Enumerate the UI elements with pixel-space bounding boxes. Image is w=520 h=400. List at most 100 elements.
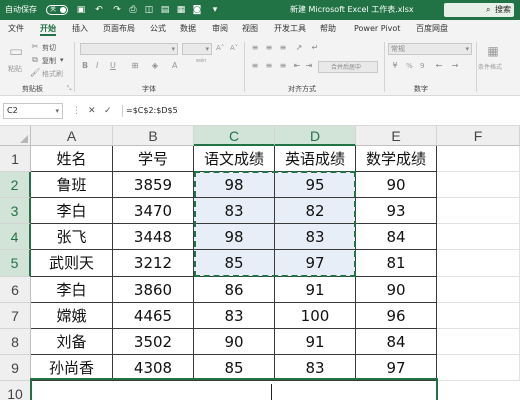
row-header-3[interactable]: 3	[0, 198, 31, 224]
data-cell[interactable]: 84	[356, 329, 437, 355]
redo-icon[interactable]: ↷	[112, 5, 122, 15]
search-box[interactable]: ⌕ 搜索	[444, 3, 514, 17]
copy-button[interactable]: 复制	[42, 56, 56, 66]
empty-cell[interactable]	[437, 277, 520, 303]
image-icon[interactable]: ▤	[160, 5, 170, 15]
row-header-9[interactable]: 9	[0, 355, 31, 381]
data-cell[interactable]: 91	[275, 277, 356, 303]
data-cell[interactable]: 90	[356, 277, 437, 303]
data-cell[interactable]: 李白	[31, 277, 113, 303]
data-cell[interactable]: 嫦娥	[31, 303, 113, 329]
data-cell[interactable]: 100	[275, 303, 356, 329]
data-cell[interactable]: 97	[275, 250, 356, 277]
row-header-4[interactable]: 4	[0, 224, 31, 250]
decrease-decimal-icon[interactable]: →	[450, 61, 460, 71]
empty-cell[interactable]	[437, 355, 520, 381]
row-header-1[interactable]: 1	[0, 146, 31, 172]
data-cell[interactable]: 鲁班	[31, 172, 113, 198]
column-header-e[interactable]: E	[356, 126, 437, 146]
merge-center-button[interactable]: 合并后居中	[318, 61, 378, 73]
tab-developer[interactable]: 开发工具	[274, 20, 306, 38]
data-cell[interactable]: 85	[194, 250, 275, 277]
grow-font-icon[interactable]: A˄	[216, 44, 224, 52]
row-header-7[interactable]: 7	[0, 303, 31, 329]
wrap-text-icon[interactable]: ↵	[310, 43, 320, 53]
calendar-icon[interactable]: ▦	[176, 5, 186, 15]
increase-decimal-icon[interactable]: ←	[434, 61, 444, 71]
data-cell[interactable]: 武则天	[31, 250, 113, 277]
data-cell[interactable]: 83	[275, 224, 356, 250]
tab-view[interactable]: 视图	[242, 20, 258, 38]
column-header-d[interactable]: D	[275, 126, 356, 146]
name-box[interactable]: C2 ▾	[3, 103, 63, 119]
data-cell[interactable]: 84	[356, 224, 437, 250]
empty-cell[interactable]	[437, 224, 520, 250]
empty-cell[interactable]	[437, 250, 520, 277]
tab-power-pivot[interactable]: Power Pivot	[354, 20, 400, 38]
header-cell[interactable]: 姓名	[31, 146, 113, 172]
font-name-dropdown[interactable]: ▾	[80, 43, 178, 55]
data-cell[interactable]: 95	[275, 172, 356, 198]
conditional-format-icon[interactable]: ▦	[486, 44, 500, 58]
data-cell[interactable]: 3502	[113, 329, 194, 355]
align-center-icon[interactable]: ≡	[264, 61, 274, 71]
data-cell[interactable]: 83	[194, 303, 275, 329]
tab-insert[interactable]: 插入	[72, 20, 88, 38]
decrease-indent-icon[interactable]: ⇤	[292, 61, 302, 71]
shrink-font-icon[interactable]: A˅	[230, 44, 238, 52]
clipboard-launcher-icon[interactable]: ⤡	[64, 84, 74, 94]
empty-cell[interactable]	[437, 172, 520, 198]
tab-file[interactable]: 文件	[8, 20, 24, 38]
cut-button[interactable]: 剪切	[42, 43, 56, 53]
customize-toolbar-icon[interactable]: ▾	[210, 5, 220, 15]
chart-icon[interactable]: ◫	[144, 5, 154, 15]
cancel-icon[interactable]: ✕	[88, 104, 96, 118]
enter-icon[interactable]: ✓	[104, 104, 112, 118]
tab-help[interactable]: 帮助	[320, 20, 336, 38]
header-cell[interactable]: 学号	[113, 146, 194, 172]
empty-cell[interactable]	[437, 146, 520, 172]
data-cell[interactable]: 李白	[31, 198, 113, 224]
number-format-dropdown[interactable]: 常规 ▾	[388, 43, 472, 55]
row-header-6[interactable]: 6	[0, 277, 31, 303]
format-painter-icon[interactable]: 🖌	[30, 68, 40, 78]
data-cell[interactable]: 4465	[113, 303, 194, 329]
data-cell[interactable]: 90	[356, 172, 437, 198]
paste-icon[interactable]: ▭	[8, 42, 24, 60]
select-all-button[interactable]	[0, 126, 31, 146]
orientation-icon[interactable]: ↗	[294, 43, 304, 53]
data-cell[interactable]: 86	[194, 277, 275, 303]
phonetic-button[interactable]: wén	[196, 58, 206, 64]
column-header-c[interactable]: C	[194, 126, 275, 146]
save-icon[interactable]: ▣	[76, 5, 86, 15]
scissors-icon[interactable]: ✂	[30, 42, 40, 52]
data-cell[interactable]: 96	[356, 303, 437, 329]
column-header-a[interactable]: A	[31, 126, 113, 146]
row-header-5[interactable]: 5	[0, 250, 31, 277]
conditional-format-label[interactable]: 条件格式	[478, 62, 502, 71]
print-icon[interactable]: ⎙	[128, 5, 138, 15]
italic-button[interactable]: I	[96, 61, 98, 70]
data-cell[interactable]: 98	[194, 224, 275, 250]
percent-button[interactable]: %	[406, 62, 413, 70]
empty-cell[interactable]	[437, 329, 520, 355]
align-top-icon[interactable]: ≡	[250, 43, 260, 53]
align-left-icon[interactable]: ≡	[250, 61, 260, 71]
data-cell[interactable]: 刘备	[31, 329, 113, 355]
autosave-toggle[interactable]: 关	[46, 5, 68, 15]
bold-button[interactable]: B	[82, 61, 88, 70]
empty-cell[interactable]	[437, 198, 520, 224]
data-cell[interactable]: 3448	[113, 224, 194, 250]
tab-formulas[interactable]: 公式	[150, 20, 166, 38]
data-cell[interactable]: 98	[194, 172, 275, 198]
format-painter-button[interactable]: 格式刷	[42, 69, 63, 79]
data-cell[interactable]: 3859	[113, 172, 194, 198]
data-cell[interactable]: 81	[356, 250, 437, 277]
align-bottom-icon[interactable]: ≡	[278, 43, 288, 53]
row-header-2[interactable]: 2	[0, 172, 31, 198]
camera-icon[interactable]: ◙	[192, 5, 202, 15]
row-header-8[interactable]: 8	[0, 329, 31, 355]
data-cell[interactable]: 90	[194, 329, 275, 355]
header-cell[interactable]: 数学成绩	[356, 146, 437, 172]
header-cell[interactable]: 语文成绩	[194, 146, 275, 172]
